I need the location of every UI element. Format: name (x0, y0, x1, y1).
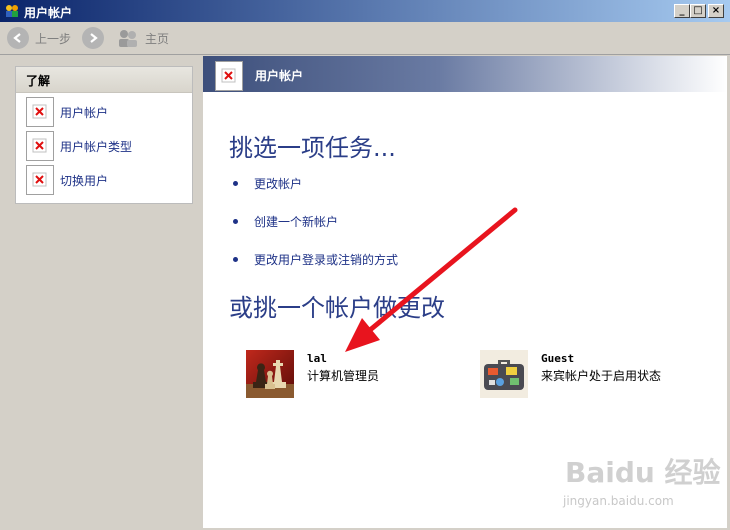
task-change-account[interactable]: 更改帐户 (233, 175, 302, 192)
account-name: lal (307, 352, 327, 365)
sidebar-item-switch-users[interactable]: 切换用户 (26, 165, 108, 195)
broken-image-icon (26, 165, 54, 195)
left-pane: 了解 用户帐户 用户帐户类型 切换用户 (3, 56, 203, 528)
task-label: 更改帐户 (254, 177, 303, 191)
broken-image-icon (26, 131, 54, 161)
account-description: 计算机管理员 (307, 369, 380, 383)
bullet-icon (233, 257, 238, 262)
home-users-icon (119, 30, 137, 47)
main-pane: 用户帐户 挑选一项任务... 更改帐户 创建一个新帐户 更改用户登录或注销的方式… (203, 56, 727, 528)
account-heading: 或挑一个帐户做更改 (229, 294, 445, 322)
suitcase-icon (480, 350, 528, 398)
header-banner: 用户帐户 (203, 56, 727, 92)
bullet-icon (233, 181, 238, 186)
task-heading: 挑选一项任务... (229, 134, 396, 162)
task-change-logon[interactable]: 更改用户登录或注销的方式 (233, 251, 398, 268)
account-name: Guest (541, 352, 575, 365)
minimize-button[interactable]: _ (674, 4, 690, 18)
sidebar-item-label: 用户帐户 (60, 105, 109, 120)
client-area: 了解 用户帐户 用户帐户类型 切换用户 用户帐户 挑选一项任务... 更改帐户 … (3, 56, 727, 528)
task-label: 更改用户登录或注销的方式 (254, 253, 399, 267)
toolbar: 上一步 主页 (0, 22, 730, 55)
watermark-logo: Baidu 经验 (565, 456, 721, 489)
account-description: 来宾帐户处于启用状态 (541, 369, 662, 383)
banner-title: 用户帐户 (255, 69, 304, 83)
sidebar-item-account-types[interactable]: 用户帐户类型 (26, 131, 132, 161)
account-guest[interactable]: Guest 来宾帐户处于启用状态 (480, 350, 661, 398)
title-bar: 用户帐户 _ □ × (0, 0, 730, 22)
maximize-button[interactable]: □ (690, 4, 706, 18)
bullet-icon (233, 219, 238, 224)
sidebar-item-user-accounts[interactable]: 用户帐户 (26, 97, 108, 127)
forward-button[interactable] (82, 27, 104, 49)
close-button[interactable]: × (708, 4, 724, 18)
broken-image-icon (215, 61, 243, 91)
back-arrow-icon (7, 27, 29, 49)
sidebar-item-label: 用户帐户类型 (60, 139, 133, 154)
task-label: 创建一个新帐户 (254, 215, 339, 229)
forward-arrow-icon (82, 27, 104, 49)
home-button[interactable]: 主页 (117, 27, 169, 49)
window-title: 用户帐户 (24, 6, 73, 20)
account-lal[interactable]: lal 计算机管理员 (246, 350, 379, 398)
learn-about-panel: 了解 用户帐户 用户帐户类型 切换用户 (15, 66, 193, 204)
users-icon (6, 5, 18, 17)
broken-image-icon (26, 97, 54, 127)
back-button[interactable]: 上一步 (7, 27, 71, 49)
back-label: 上一步 (35, 31, 72, 46)
learn-heading: 了解 (16, 67, 192, 93)
task-create-account[interactable]: 创建一个新帐户 (233, 213, 338, 230)
chess-icon (246, 350, 294, 398)
sidebar-item-label: 切换用户 (60, 173, 109, 188)
watermark-url: jingyan.baidu.com (563, 494, 674, 508)
home-label: 主页 (145, 31, 170, 46)
